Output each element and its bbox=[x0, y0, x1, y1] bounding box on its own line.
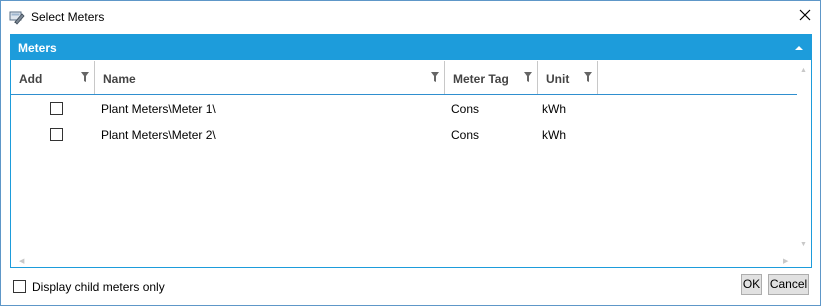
child-meters-only-label[interactable]: Display child meters only bbox=[32, 280, 165, 294]
meter-tag: Cons bbox=[451, 128, 480, 142]
column-header-name[interactable]: Name bbox=[95, 61, 445, 94]
chevron-up-icon[interactable] bbox=[793, 42, 805, 52]
column-label-meter-tag: Meter Tag bbox=[453, 72, 509, 86]
scroll-up-icon[interactable]: ▲ bbox=[800, 67, 807, 75]
meter-name: Plant Meters\Meter 2\ bbox=[101, 128, 216, 142]
scroll-down-icon[interactable]: ▼ bbox=[800, 241, 807, 249]
cancel-button[interactable]: Cancel bbox=[768, 274, 809, 295]
column-label-name: Name bbox=[103, 72, 136, 86]
close-icon[interactable] bbox=[799, 9, 811, 24]
meters-panel: Meters Add Name Meter Tag Unit Plant Met… bbox=[10, 34, 812, 268]
title-bar: Select Meters bbox=[1, 1, 820, 32]
filter-icon[interactable] bbox=[430, 71, 440, 83]
vertical-scrollbar[interactable]: ▲ ▼ bbox=[797, 61, 811, 257]
table-row[interactable]: Plant Meters\Meter 1\ Cons kWh bbox=[11, 96, 797, 123]
meter-select-icon bbox=[9, 9, 25, 25]
add-checkbox[interactable] bbox=[50, 128, 63, 141]
ok-button[interactable]: OK bbox=[741, 274, 762, 295]
dialog-title: Select Meters bbox=[31, 10, 105, 24]
horizontal-scrollbar[interactable]: ◀ ▶ bbox=[11, 257, 797, 268]
filter-icon[interactable] bbox=[523, 71, 533, 83]
table-row[interactable]: Plant Meters\Meter 2\ Cons kWh bbox=[11, 122, 797, 149]
add-checkbox[interactable] bbox=[50, 102, 63, 115]
column-label-unit: Unit bbox=[546, 72, 570, 86]
column-header-add[interactable]: Add bbox=[11, 61, 95, 94]
scroll-right-icon[interactable]: ▶ bbox=[783, 258, 788, 266]
column-label-add: Add bbox=[19, 72, 43, 86]
meter-name: Plant Meters\Meter 1\ bbox=[101, 102, 216, 116]
meter-unit: kWh bbox=[542, 102, 566, 116]
close-button[interactable] bbox=[795, 6, 815, 26]
filter-icon[interactable] bbox=[80, 71, 90, 83]
meters-panel-title: Meters bbox=[18, 41, 57, 55]
grid-header: Add Name Meter Tag Unit bbox=[11, 61, 797, 95]
column-header-meter-tag[interactable]: Meter Tag bbox=[445, 61, 538, 94]
select-meters-dialog: Select Meters Meters Add Name Meter Tag … bbox=[0, 0, 821, 306]
meter-tag: Cons bbox=[451, 102, 480, 116]
meters-grid: Add Name Meter Tag Unit Plant Meters\Met… bbox=[11, 61, 797, 257]
filter-icon[interactable] bbox=[583, 71, 593, 83]
scroll-left-icon[interactable]: ◀ bbox=[19, 258, 24, 266]
column-header-unit[interactable]: Unit bbox=[538, 61, 598, 94]
meters-panel-header: Meters bbox=[11, 35, 811, 60]
child-meters-only-checkbox[interactable] bbox=[13, 280, 26, 293]
meter-unit: kWh bbox=[542, 128, 566, 142]
